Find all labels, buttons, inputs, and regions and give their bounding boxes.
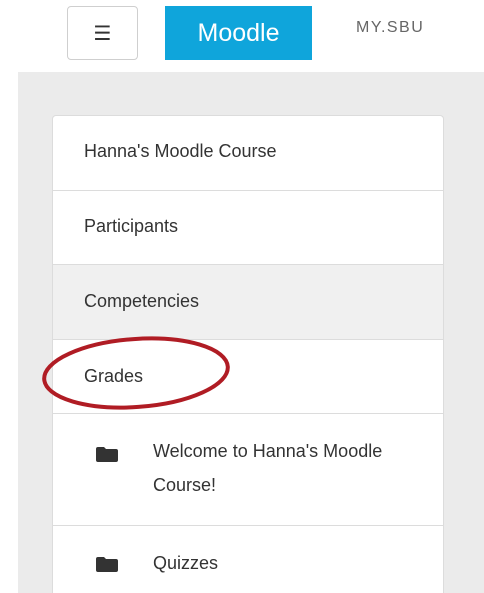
nav-item-quizzes[interactable]: Quizzes — [53, 526, 443, 593]
nav-item-label: Quizzes — [153, 553, 219, 573]
hamburger-icon: ☰ — [93, 21, 112, 45]
course-navigation-drawer: Hanna's Moodle Course Participants Compe… — [52, 115, 444, 593]
nav-item-participants[interactable]: Participants — [53, 191, 443, 265]
nav-item-course-home[interactable]: Hanna's Moodle Course — [53, 116, 443, 191]
menu-toggle-button[interactable]: ☰ — [67, 6, 138, 60]
nav-item-label: Welcome to Hanna's Moodle Course! — [153, 441, 383, 495]
nav-item-welcome-section[interactable]: Welcome to Hanna's Moodle Course! — [53, 414, 443, 526]
nav-item-label: Grades — [84, 366, 144, 386]
nav-item-label: Participants — [84, 216, 179, 236]
my-sbu-link[interactable]: MY.SBU — [356, 19, 424, 37]
top-navbar: ☰ Moodle MY.SBU — [0, 0, 484, 72]
folder-icon — [96, 557, 118, 572]
nav-item-competencies[interactable]: Competencies — [53, 265, 443, 340]
nav-item-label: Competencies — [84, 291, 200, 311]
folder-icon — [96, 447, 118, 462]
nav-item-grades[interactable]: Grades — [53, 340, 443, 414]
moodle-brand-link[interactable]: Moodle — [165, 6, 312, 60]
nav-item-label: Hanna's Moodle Course — [84, 141, 277, 161]
